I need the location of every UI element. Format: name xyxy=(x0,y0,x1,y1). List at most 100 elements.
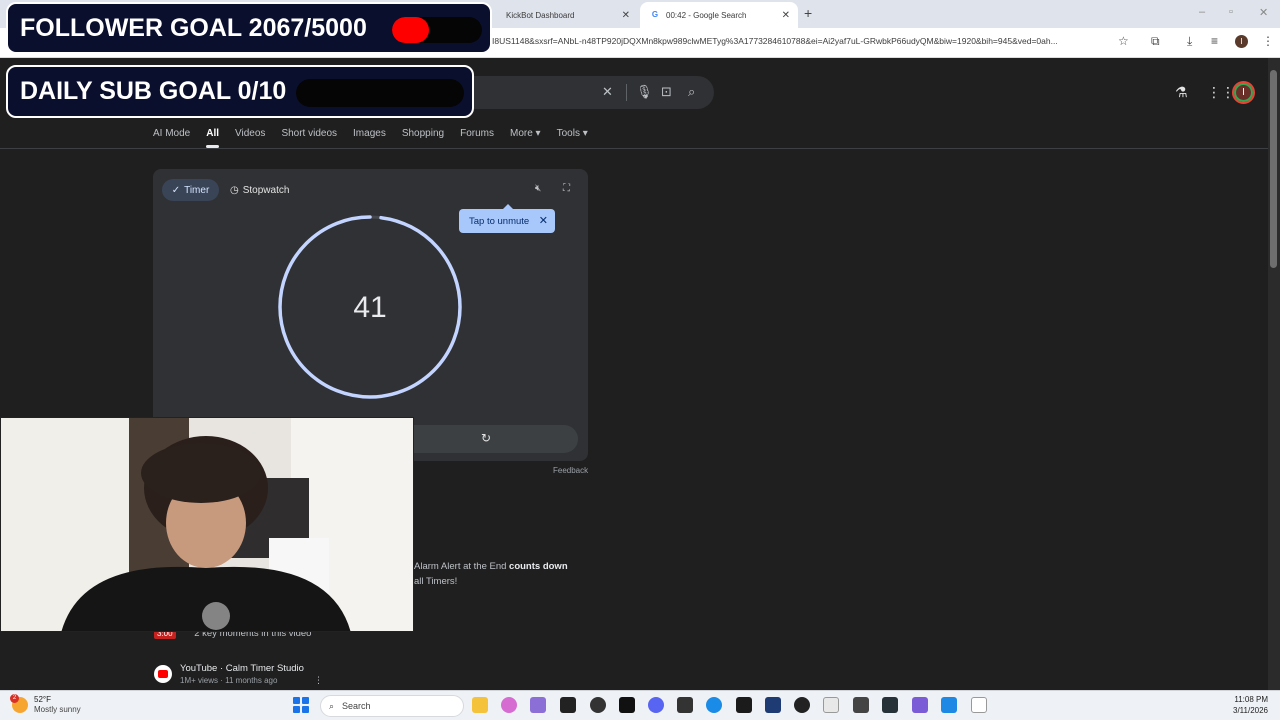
system-clock[interactable]: 11:08 PM 3/11/2026 xyxy=(1228,694,1268,716)
app-icon-2[interactable] xyxy=(765,697,781,713)
sun-icon: 2 xyxy=(10,694,28,713)
minimize-icon[interactable]: – xyxy=(1199,6,1205,18)
tab-kickbot-dashboard[interactable]: KickBot Dashboard ✕ xyxy=(492,2,638,28)
app-icon-3[interactable] xyxy=(853,697,869,713)
feedback-link[interactable]: Feedback xyxy=(553,466,588,475)
tab-short-videos[interactable]: Short videos xyxy=(281,128,337,139)
close-icon[interactable]: ✕ xyxy=(782,10,790,21)
tab-images[interactable]: Images xyxy=(353,128,386,139)
epic-games-icon[interactable] xyxy=(560,697,576,713)
scroll-thumb[interactable] xyxy=(1270,70,1277,268)
cast-icon[interactable]: ⧉ xyxy=(1151,34,1160,49)
itunes-icon[interactable] xyxy=(501,697,517,713)
tab-google-search[interactable]: G 00:42 - Google Search ✕ xyxy=(640,2,798,28)
clock-date: 3/11/2026 xyxy=(1233,706,1268,715)
result-meta: 1M+ views · 11 months ago xyxy=(180,676,278,685)
search-nav-tabs: AI Mode All Videos Short videos Images S… xyxy=(153,128,604,148)
tooltip-text: Tap to unmute xyxy=(469,215,530,227)
sub-goal-text: DAILY SUB GOAL 0/10 xyxy=(20,77,287,105)
result-source[interactable]: YouTube · Calm Timer Studio xyxy=(180,663,304,674)
tab-more[interactable]: More ▾ xyxy=(510,128,541,139)
taskbar: 2 52°F Mostly sunny ⌕ Search 11:08 PM 3/… xyxy=(0,690,1280,720)
clear-icon[interactable]: ✕ xyxy=(602,84,613,100)
tab-videos[interactable]: Videos xyxy=(235,128,265,139)
follower-goal-text: FOLLOWER GOAL 2067/5000 xyxy=(20,13,367,42)
screen: KickBot Dashboard ✕ G 00:42 - Google Sea… xyxy=(0,0,1280,720)
sub-progress-bar xyxy=(296,79,464,107)
windows-start-icon[interactable] xyxy=(293,697,309,713)
reset-icon[interactable]: ↻ xyxy=(481,431,491,445)
stopwatch-chip[interactable]: ◷ Stopwatch xyxy=(230,179,289,201)
download-icon[interactable]: ⤓ xyxy=(1187,34,1192,49)
terminal-icon[interactable] xyxy=(882,697,898,713)
check-icon: ✓ xyxy=(171,184,181,196)
logitech-icon[interactable] xyxy=(794,697,810,713)
follower-progress-bar xyxy=(392,17,482,43)
progress-fill xyxy=(392,17,429,43)
tab-title: KickBot Dashboard xyxy=(506,10,575,20)
app-icon-5[interactable] xyxy=(941,697,957,713)
close-icon[interactable]: ✕ xyxy=(622,10,630,21)
obs-icon[interactable] xyxy=(736,697,752,713)
snippet-bold: counts down xyxy=(509,561,568,572)
tab-ai-mode[interactable]: AI Mode xyxy=(153,128,190,139)
search-icon: ⌕ xyxy=(329,700,335,711)
game-icon[interactable] xyxy=(530,697,546,713)
close-icon[interactable]: ✕ xyxy=(539,214,548,227)
snippet-text: Alarm Alert at the End xyxy=(414,561,510,572)
webcam-feed xyxy=(0,417,414,632)
nav-divider xyxy=(0,148,1268,149)
sub-goal-overlay: DAILY SUB GOAL 0/10 xyxy=(6,65,474,118)
address-bar[interactable]: I8US1148&sxsrf=ANbL-n48TP920jDQXMn8kpw98… xyxy=(492,36,1112,46)
file-explorer-icon[interactable] xyxy=(472,697,488,713)
search-icon[interactable]: ⌕ xyxy=(688,84,695,100)
labs-icon[interactable]: ⚗ xyxy=(1175,84,1188,101)
timer-chip[interactable]: ✓ Timer xyxy=(162,179,219,201)
mic-icon[interactable]: 🎙︎ xyxy=(636,84,653,100)
weather-desc: Mostly sunny xyxy=(34,705,81,714)
tab-tools[interactable]: Tools ▾ xyxy=(557,128,588,139)
weather-badge: 2 xyxy=(10,694,19,703)
tab-forums[interactable]: Forums xyxy=(460,128,494,139)
profile-avatar[interactable]: I xyxy=(1235,35,1248,48)
weather-temp: 52°F xyxy=(34,695,51,704)
timer-label: Timer xyxy=(184,184,210,196)
discord-icon[interactable] xyxy=(648,697,664,713)
page-scrollbar[interactable] xyxy=(1268,58,1280,690)
google-icon: G xyxy=(650,10,660,20)
youtube-icon xyxy=(154,665,172,683)
clock-icon: ◷ xyxy=(230,184,239,196)
webcam-image xyxy=(1,418,413,631)
more-options-icon[interactable]: ⋮ xyxy=(314,675,323,686)
google-account-avatar[interactable]: I xyxy=(1232,81,1255,104)
edge-icon[interactable] xyxy=(706,697,722,713)
clock-time: 11:08 PM xyxy=(1234,695,1268,704)
chrome-icon[interactable] xyxy=(590,697,606,713)
follower-goal-overlay: FOLLOWER GOAL 2067/5000 xyxy=(6,2,492,54)
new-tab-icon[interactable]: + xyxy=(804,5,812,21)
tab-shopping[interactable]: Shopping xyxy=(402,128,444,139)
app-icon[interactable] xyxy=(677,697,693,713)
timer-display: 41 xyxy=(353,291,387,324)
restore-icon[interactable]: ▫ xyxy=(1229,6,1233,18)
tab-title: 00:42 - Google Search xyxy=(666,10,747,20)
media-icon[interactable]: ≡ xyxy=(1211,34,1218,48)
taskbar-search[interactable]: ⌕ Search xyxy=(320,695,464,717)
app-icon-4[interactable] xyxy=(912,697,928,713)
mute-icon[interactable]: 🔇︎ xyxy=(535,183,541,194)
capcut-icon[interactable] xyxy=(619,697,635,713)
lens-icon[interactable]: ⊡ xyxy=(661,84,672,100)
menu-icon[interactable]: ⋮ xyxy=(1262,34,1274,48)
result-snippet: Alarm Alert at the End counts down all T… xyxy=(414,559,568,589)
star-icon[interactable]: ☆ xyxy=(1118,34,1129,48)
fullscreen-icon[interactable]: ⛶ xyxy=(563,183,570,194)
notepad-icon[interactable] xyxy=(971,697,987,713)
unmute-tooltip[interactable]: Tap to unmute ✕ xyxy=(459,204,555,233)
search-box[interactable]: ✕ 🎙︎ ⊡ ⌕ xyxy=(470,76,714,109)
snipping-tool-icon[interactable] xyxy=(823,697,839,713)
tab-all[interactable]: All xyxy=(206,128,219,148)
weather-widget[interactable]: 2 52°F Mostly sunny xyxy=(10,694,81,715)
divider xyxy=(626,84,627,101)
stopwatch-label: Stopwatch xyxy=(242,184,290,196)
close-window-icon[interactable]: ✕ xyxy=(1259,6,1268,19)
